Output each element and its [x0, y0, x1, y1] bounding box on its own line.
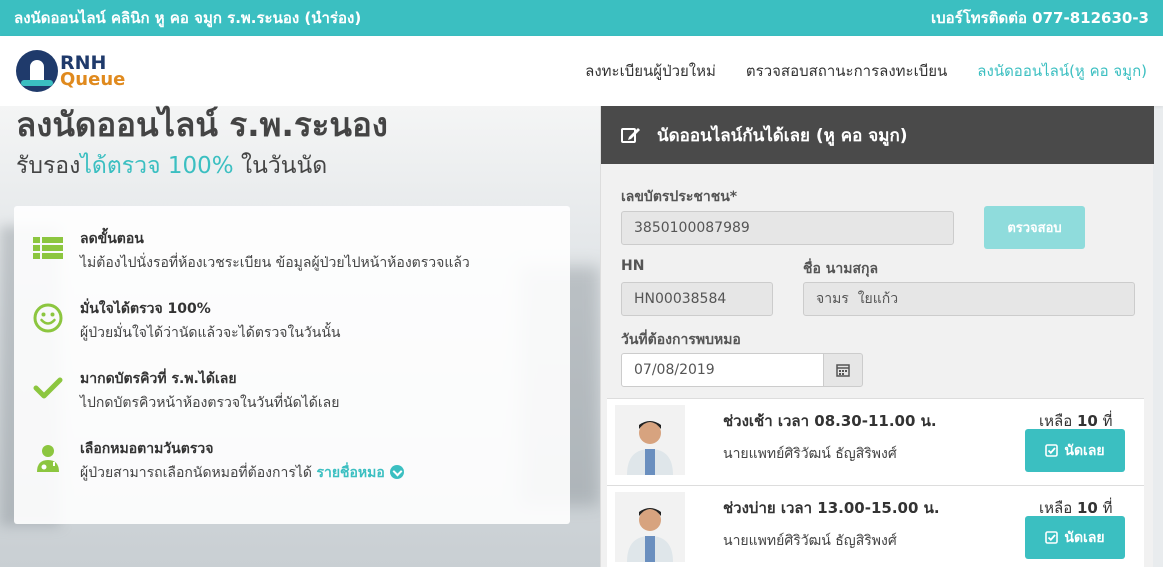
- chevron-down-icon: [389, 465, 404, 479]
- slot-doctor: นายแพทย์ศิริวัฒน์ ธัญสิริพงศ์: [723, 446, 897, 462]
- menu-register-new[interactable]: ลงทะเบียนผู้ป่วยใหม่: [585, 59, 716, 83]
- site-title: ลงนัดออนไลน์ คลินิก หู คอ จมูก ร.พ.ระนอง…: [14, 9, 362, 27]
- doctor-icon: [37, 445, 59, 472]
- hero-title: ลงนัดออนไลน์ ร.พ.ระนอง: [16, 105, 388, 144]
- calendar-button[interactable]: [823, 353, 863, 387]
- logo[interactable]: RNH Queue: [16, 50, 125, 92]
- doctor-photo: [615, 405, 685, 475]
- smile-icon: [33, 303, 63, 333]
- main-menu: ลงทะเบียนผู้ป่วยใหม่ ตรวจสอบสถานะการลงทะ…: [585, 59, 1147, 83]
- check-square-icon: [1045, 444, 1059, 457]
- check-button[interactable]: ตรวจสอบ: [984, 206, 1085, 249]
- book-now-button[interactable]: นัดเลย: [1025, 429, 1125, 472]
- check-icon: [33, 377, 63, 399]
- hn-label: HN: [621, 258, 645, 274]
- menu-check-status[interactable]: ตรวจสอบสถานะการลงทะเบียน: [746, 59, 947, 83]
- hn-input[interactable]: [621, 282, 773, 316]
- slot-time: ช่วงบ่าย เวลา 13.00-15.00 น.: [723, 499, 940, 517]
- slot-time: ช่วงเช้า เวลา 08.30-11.00 น.: [723, 412, 937, 430]
- date-input[interactable]: [621, 353, 824, 387]
- logo-icon: [16, 50, 58, 92]
- time-slot: ช่วงเช้า เวลา 08.30-11.00 น. นายแพทย์ศิร…: [607, 398, 1144, 485]
- feature-desc: ผู้ป่วยสามารถเลือกนัดหมอที่ต้องการได้ รา…: [80, 462, 404, 484]
- feature-title: ลดขั้นตอน: [80, 231, 144, 247]
- date-label: วันที่ต้องการพบหมอ: [621, 332, 741, 348]
- edit-icon: [621, 128, 640, 143]
- booking-panel: นัดออนไลน์กันได้เลย (หู คอ จมูก) เลขบัตร…: [600, 106, 1154, 567]
- contact-phone: เบอร์โทรติดต่อ 077-812630-3: [931, 9, 1149, 27]
- logo-line2: Queue: [60, 68, 126, 90]
- feature-title: มั่นใจได้ตรวจ 100%: [80, 301, 211, 317]
- feature-desc: ไปกดบัตรคิวหน้าห้องตรวจในวันที่นัดได้เลย: [80, 395, 340, 411]
- features-box: ลดขั้นตอน ไม่ต้องไปนั่งรอที่ห้องเวชระเบี…: [14, 206, 570, 524]
- panel-header: นัดออนไลน์กันได้เลย (หู คอ จมูก): [601, 106, 1154, 164]
- id-label: เลขบัตรประชาชน*: [621, 189, 738, 205]
- name-label: ชื่อ นามสกุล: [803, 261, 879, 277]
- id-card-input[interactable]: [621, 211, 954, 245]
- check-square-icon: [1045, 531, 1059, 544]
- feature-desc: ไม่ต้องไปนั่งรอที่ห้องเวชระเบียน ข้อมูลผ…: [80, 255, 470, 271]
- menu-online-booking[interactable]: ลงนัดออนไลน์(หู คอ จมูก): [977, 59, 1147, 83]
- book-now-button[interactable]: นัดเลย: [1025, 516, 1125, 559]
- calendar-icon: [836, 364, 850, 377]
- feature-title: มากดบัตรคิวที่ ร.พ.ได้เลย: [80, 371, 237, 387]
- doctor-photo: [615, 492, 685, 562]
- hero-subtitle: รับรองได้ตรวจ 100% ในวันนัด: [16, 153, 328, 179]
- navbar: RNH Queue ลงทะเบียนผู้ป่วยใหม่ ตรวจสอบสถ…: [0, 36, 1163, 106]
- panel-title: นัดออนไลน์กันได้เลย (หู คอ จมูก): [657, 125, 908, 146]
- name-input[interactable]: [803, 282, 1135, 316]
- time-slot: ช่วงบ่าย เวลา 13.00-15.00 น. นายแพทย์ศิร…: [607, 485, 1144, 567]
- feature-title: เลือกหมอตามวันตรวจ: [80, 441, 214, 457]
- feature-desc: ผู้ป่วยมั่นใจได้ว่านัดแล้วจะได้ตรวจในวัน…: [80, 325, 341, 341]
- slot-doctor: นายแพทย์ศิริวัฒน์ ธัญสิริพงศ์: [723, 533, 897, 549]
- list-icon: [33, 237, 63, 259]
- top-bar: ลงนัดออนไลน์ คลินิก หู คอ จมูก ร.พ.ระนอง…: [0, 0, 1163, 36]
- doctor-list-link[interactable]: รายชื่อหมอ: [316, 465, 404, 481]
